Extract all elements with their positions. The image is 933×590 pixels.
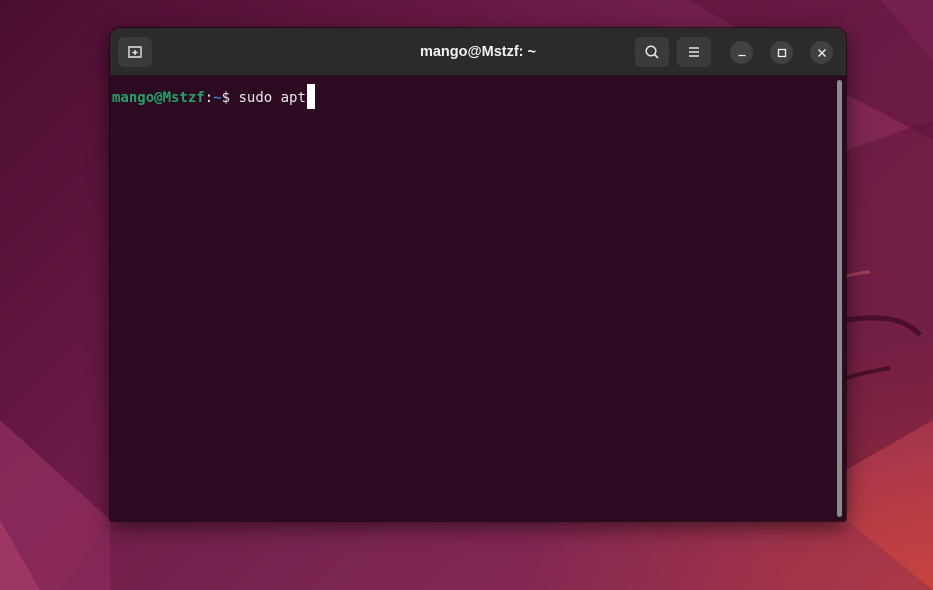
new-tab-icon xyxy=(127,44,143,60)
scrollbar-thumb[interactable] xyxy=(837,80,842,517)
command-input[interactable]: sudo apt xyxy=(230,90,305,106)
terminal-window[interactable]: mango@Mstzf: ~ mango@Mstzf:~$ sudo apt xyxy=(110,28,846,521)
close-button[interactable] xyxy=(810,41,833,64)
minimize-button[interactable] xyxy=(730,41,753,64)
title-bar[interactable]: mango@Mstzf: ~ xyxy=(110,28,846,76)
prompt-user: mango@Mstzf xyxy=(112,90,205,106)
prompt-line: mango@Mstzf:~$ sudo apt xyxy=(112,84,315,109)
prompt-path: ~ xyxy=(213,90,222,106)
search-button[interactable] xyxy=(635,37,669,67)
terminal-output[interactable]: mango@Mstzf:~$ sudo apt xyxy=(110,76,834,521)
maximize-icon xyxy=(777,43,787,62)
hamburger-menu-icon xyxy=(687,45,701,59)
maximize-button[interactable] xyxy=(770,41,793,64)
text-cursor xyxy=(306,84,315,109)
new-tab-button[interactable] xyxy=(118,37,152,67)
menu-button[interactable] xyxy=(677,37,711,67)
search-icon xyxy=(644,44,660,60)
prompt-symbol: $ xyxy=(221,90,231,106)
close-icon xyxy=(817,43,827,62)
scrollbar[interactable] xyxy=(834,76,846,521)
minimize-icon xyxy=(737,43,747,62)
prompt-separator: : xyxy=(204,90,214,106)
